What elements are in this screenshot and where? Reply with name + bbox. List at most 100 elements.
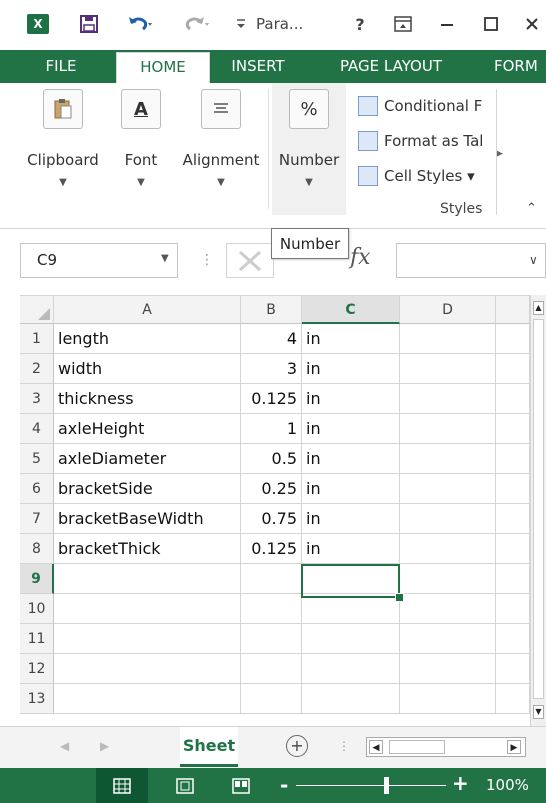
zoom-out-button[interactable]: - — [280, 773, 288, 797]
row-header-11[interactable]: 11 — [20, 624, 54, 654]
tab-formulas[interactable]: FORM — [486, 50, 546, 83]
row-header-5[interactable]: 5 — [20, 444, 54, 474]
cell-e10[interactable] — [496, 594, 530, 624]
sheet-tab-sheet1[interactable]: Sheet — [180, 727, 238, 767]
cell-d2[interactable] — [400, 354, 496, 384]
scroll-up-icon[interactable]: ▲ — [533, 301, 544, 315]
alignment-group[interactable]: Alignment ▼ — [176, 83, 266, 215]
zoom-in-button[interactable]: + — [452, 771, 469, 795]
cell-d11[interactable] — [400, 624, 496, 654]
cell-b4[interactable]: 1 — [241, 414, 302, 444]
cell-c13[interactable] — [302, 684, 400, 714]
cell-d5[interactable] — [400, 444, 496, 474]
page-layout-view-icon[interactable] — [176, 778, 194, 798]
column-header-e[interactable] — [496, 296, 530, 324]
cell-c5[interactable]: in — [302, 444, 400, 474]
expand-formula-icon[interactable]: ∨ — [529, 253, 538, 267]
cell-c10[interactable] — [302, 594, 400, 624]
redo-icon[interactable] — [175, 10, 219, 38]
cell-e6[interactable] — [496, 474, 530, 504]
maximize-icon[interactable] — [476, 10, 506, 38]
conditional-formatting-button[interactable]: Conditional F — [358, 93, 498, 119]
row-header-10[interactable]: 10 — [20, 594, 54, 624]
help-icon[interactable]: ? — [350, 10, 370, 38]
prev-sheet-icon[interactable]: ◀ — [60, 739, 69, 753]
cell-e13[interactable] — [496, 684, 530, 714]
cell-a9[interactable] — [54, 564, 241, 594]
cell-a13[interactable] — [54, 684, 241, 714]
column-header-a[interactable]: A — [54, 296, 241, 324]
cell-e1[interactable] — [496, 324, 530, 354]
cell-d4[interactable] — [400, 414, 496, 444]
cell-d7[interactable] — [400, 504, 496, 534]
next-sheet-icon[interactable]: ▶ — [100, 739, 109, 753]
add-sheet-button[interactable]: + — [286, 735, 308, 757]
cell-d9[interactable] — [400, 564, 496, 594]
row-header-12[interactable]: 12 — [20, 654, 54, 684]
cell-d12[interactable] — [400, 654, 496, 684]
scroll-left-icon[interactable]: ◀ — [369, 740, 383, 754]
cell-d1[interactable] — [400, 324, 496, 354]
tab-file[interactable]: FILE — [30, 50, 92, 83]
zoom-slider-thumb[interactable] — [384, 777, 389, 794]
chevron-down-icon[interactable]: ▼ — [161, 253, 169, 264]
cell-b5[interactable]: 0.5 — [241, 444, 302, 474]
page-break-view-icon[interactable] — [232, 778, 250, 798]
cell-a7[interactable]: bracketBaseWidth — [54, 504, 241, 534]
cell-a5[interactable]: axleDiameter — [54, 444, 241, 474]
cell-c1[interactable]: in — [302, 324, 400, 354]
formula-input[interactable]: ∨ — [396, 243, 546, 278]
cell-d13[interactable] — [400, 684, 496, 714]
cell-c8[interactable]: in — [302, 534, 400, 564]
active-cell-c9[interactable] — [301, 564, 400, 598]
cell-b2[interactable]: 3 — [241, 354, 302, 384]
worksheet-grid[interactable]: A B C D 1 length 4 in 2 width 3 in 3 thickness 0.1… — [20, 295, 530, 726]
cell-c12[interactable] — [302, 654, 400, 684]
cell-e3[interactable] — [496, 384, 530, 414]
cell-e7[interactable] — [496, 504, 530, 534]
cell-a1[interactable]: length — [54, 324, 241, 354]
cell-b6[interactable]: 0.25 — [241, 474, 302, 504]
cell-a10[interactable] — [54, 594, 241, 624]
cell-e5[interactable] — [496, 444, 530, 474]
excel-logo-icon[interactable]: X — [24, 10, 52, 38]
cell-b13[interactable] — [241, 684, 302, 714]
cell-b3[interactable]: 0.125 — [241, 384, 302, 414]
number-group[interactable]: % Number ▼ — [272, 83, 346, 215]
cell-b11[interactable] — [241, 624, 302, 654]
cell-c6[interactable]: in — [302, 474, 400, 504]
cell-b7[interactable]: 0.75 — [241, 504, 302, 534]
tab-page-layout[interactable]: PAGE LAYOUT — [322, 50, 460, 83]
row-header-8[interactable]: 8 — [20, 534, 54, 564]
cell-a4[interactable]: axleHeight — [54, 414, 241, 444]
column-header-c[interactable]: C — [302, 296, 400, 324]
tab-insert[interactable]: INSERT — [216, 50, 300, 83]
cell-a8[interactable]: bracketThick — [54, 534, 241, 564]
cell-c7[interactable]: in — [302, 504, 400, 534]
row-header-4[interactable]: 4 — [20, 414, 54, 444]
cell-b9[interactable] — [241, 564, 302, 594]
cell-a6[interactable]: bracketSide — [54, 474, 241, 504]
format-as-table-button[interactable]: Format as Tal — [358, 128, 498, 154]
collapse-ribbon-icon[interactable]: ⌃ — [526, 201, 537, 216]
scroll-thumb[interactable] — [533, 319, 544, 699]
row-header-7[interactable]: 7 — [20, 504, 54, 534]
cell-e12[interactable] — [496, 654, 530, 684]
cell-e9[interactable] — [496, 564, 530, 594]
select-all-corner[interactable] — [20, 296, 54, 324]
cell-e11[interactable] — [496, 624, 530, 654]
cell-a2[interactable]: width — [54, 354, 241, 384]
ribbon-display-icon[interactable] — [388, 10, 418, 38]
row-header-9[interactable]: 9 — [20, 564, 54, 594]
customize-qat-icon[interactable] — [232, 10, 250, 38]
fill-handle[interactable] — [395, 593, 404, 602]
close-icon[interactable] — [518, 10, 546, 38]
row-header-6[interactable]: 6 — [20, 474, 54, 504]
scroll-right-icon[interactable]: ▶ — [507, 740, 521, 754]
cell-d10[interactable] — [400, 594, 496, 624]
hscroll-thumb[interactable] — [389, 740, 445, 754]
minimize-icon[interactable] — [432, 10, 462, 38]
cell-d6[interactable] — [400, 474, 496, 504]
insert-function-icon[interactable]: fx — [350, 245, 390, 277]
tab-home[interactable]: HOME — [116, 52, 210, 84]
